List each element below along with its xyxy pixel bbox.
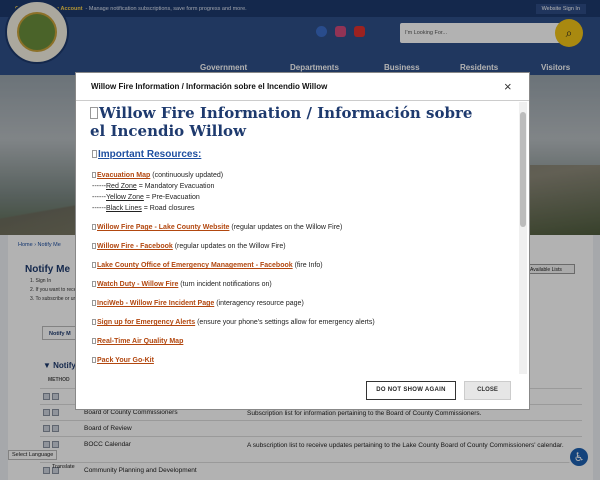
do-not-show-again-button[interactable]: DO NOT SHOW AGAIN: [366, 381, 456, 400]
resource-line: Willow Fire - Facebook (regular updates …: [92, 243, 286, 250]
modal-footer: DO NOT SHOW AGAIN CLOSE: [76, 374, 529, 410]
go-kit-link[interactable]: Pack Your Go-Kit: [97, 357, 154, 364]
resources-heading[interactable]: Important Resources:: [92, 149, 201, 160]
zone-name: Yellow Zone: [106, 194, 144, 201]
willow-fire-modal: Willow Fire Information / Información so…: [75, 72, 530, 410]
placeholder-glyph-icon: [90, 107, 98, 119]
resource-note: (fire Info): [292, 262, 323, 269]
placeholder-glyph-icon: [92, 262, 96, 268]
resource-line: Real-Time Air Quality Map: [92, 338, 183, 345]
resource-line: Sign up for Emergency Alerts (ensure you…: [92, 319, 375, 326]
scrollbar-thumb[interactable]: [520, 112, 526, 227]
zone-desc: = Road closures: [141, 205, 195, 212]
modal-heading: Willow Fire Information / Información so…: [90, 104, 490, 140]
modal-header: Willow Fire Information / Información so…: [76, 73, 529, 101]
resource-line: Pack Your Go-Kit: [92, 357, 154, 364]
zone-prefix: ------: [92, 194, 106, 201]
placeholder-glyph-icon: [92, 357, 96, 363]
placeholder-glyph-icon: [92, 150, 97, 158]
zone-name: Black Lines: [106, 205, 142, 212]
resource-line: Watch Duty - Willow Fire (turn incident …: [92, 281, 272, 288]
placeholder-glyph-icon: [92, 300, 96, 306]
evacuation-map-line: Evacuation Map (continuously updated): [92, 172, 223, 179]
resource-note: (turn incident notifications on): [178, 281, 272, 288]
modal-scrollbar[interactable]: [519, 102, 527, 374]
placeholder-glyph-icon: [92, 224, 96, 230]
zone-line: ------Black Lines = Road closures: [92, 205, 195, 212]
resources-heading-text: Important Resources:: [98, 149, 202, 160]
modal-heading-text: Willow Fire Information / Información so…: [90, 104, 473, 140]
zone-line: ------Red Zone = Mandatory Evacuation: [92, 183, 214, 190]
evacuation-map-link[interactable]: Evacuation Map: [97, 172, 150, 179]
zone-desc: = Mandatory Evacuation: [136, 183, 215, 190]
placeholder-glyph-icon: [92, 338, 96, 344]
evacuation-map-note: (continuously updated): [150, 172, 224, 179]
oem-facebook-link[interactable]: Lake County Office of Emergency Manageme…: [97, 262, 293, 269]
zone-prefix: ------: [92, 183, 106, 190]
resource-note: (interagency resource page): [214, 300, 304, 307]
placeholder-glyph-icon: [92, 172, 96, 178]
placeholder-glyph-icon: [92, 243, 96, 249]
inciweb-link[interactable]: InciWeb - Willow Fire Incident Page: [97, 300, 214, 307]
placeholder-glyph-icon: [92, 319, 96, 325]
willow-fire-page-link[interactable]: Willow Fire Page - Lake County Website: [97, 224, 229, 231]
emergency-alerts-link[interactable]: Sign up for Emergency Alerts: [97, 319, 195, 326]
watch-duty-link[interactable]: Watch Duty - Willow Fire: [97, 281, 178, 288]
resource-note: (regular updates on the Willow Fire): [172, 243, 286, 250]
zone-prefix: ------: [92, 205, 106, 212]
resource-line: Willow Fire Page - Lake County Website (…: [92, 224, 342, 231]
zone-desc: = Pre-Evacuation: [143, 194, 200, 201]
close-icon[interactable]: ×: [504, 79, 512, 94]
resource-line: InciWeb - Willow Fire Incident Page (int…: [92, 300, 304, 307]
zone-line: ------Yellow Zone = Pre-Evacuation: [92, 194, 200, 201]
modal-title: Willow Fire Information / Información so…: [91, 82, 328, 91]
air-quality-map-link[interactable]: Real-Time Air Quality Map: [97, 338, 183, 345]
willow-fire-facebook-link[interactable]: Willow Fire - Facebook: [97, 243, 173, 250]
close-button[interactable]: CLOSE: [464, 381, 511, 400]
resource-line: Lake County Office of Emergency Manageme…: [92, 262, 323, 269]
resource-note: (ensure your phone's settings allow for …: [195, 319, 375, 326]
resource-note: (regular updates on the Willow Fire): [229, 224, 343, 231]
modal-body: Willow Fire Information / Información so…: [77, 102, 527, 374]
zone-name: Red Zone: [106, 183, 137, 190]
placeholder-glyph-icon: [92, 281, 96, 287]
